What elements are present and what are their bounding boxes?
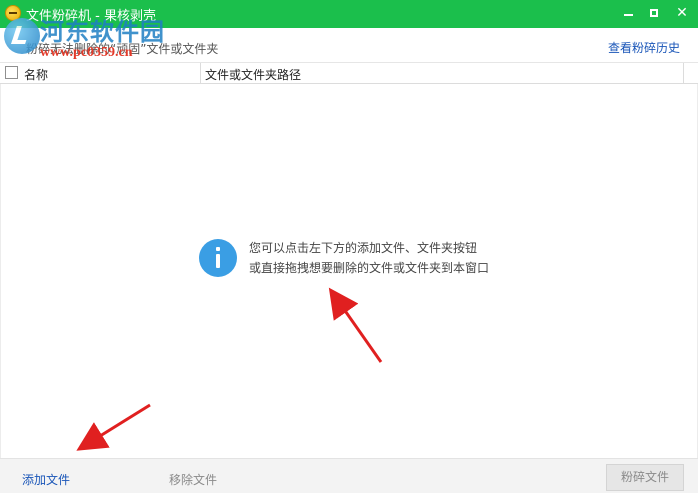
maximize-button[interactable] [640,0,668,28]
empty-hint: 您可以点击左下方的添加文件、文件夹按钮 或直接拖拽想要删除的文件或文件夹到本窗口 [199,237,519,281]
column-header-path[interactable]: 文件或文件夹路径 [205,66,301,83]
watermark-name: 河东软件园 [40,17,165,46]
column-divider[interactable] [200,63,201,83]
add-file-button[interactable]: 添加文件 [22,471,70,488]
column-header-name[interactable]: 名称 [24,66,48,83]
close-icon: ✕ [676,5,688,21]
hint-line-1: 您可以点击左下方的添加文件、文件夹按钮 [249,241,478,255]
view-history-link[interactable]: 查看粉碎历史 [608,39,680,56]
info-icon [199,239,237,277]
bottom-toolbar: 添加文件 移除文件 粉碎文件 [0,458,698,493]
shred-file-button[interactable]: 粉碎文件 [606,464,684,491]
close-button[interactable]: ✕ [668,0,696,28]
remove-file-button[interactable]: 移除文件 [169,471,217,488]
column-divider[interactable] [683,63,684,83]
watermark-url: www.pc0359.cn [40,45,133,60]
watermark-logo-icon [4,18,40,54]
minimize-icon [623,14,633,16]
select-all-checkbox[interactable] [5,66,18,79]
table-header: 名称 文件或文件夹路径 [0,63,698,84]
maximize-icon [650,9,658,17]
hint-line-2: 或直接拖拽想要删除的文件或文件夹到本窗口 [249,261,490,275]
app-window: 文件粉碎机 - 果核剥壳 ✕ 粉碎无法删除的“顽固”文件或文件夹 查看粉碎历史 … [0,0,698,493]
minimize-button[interactable] [614,0,642,28]
